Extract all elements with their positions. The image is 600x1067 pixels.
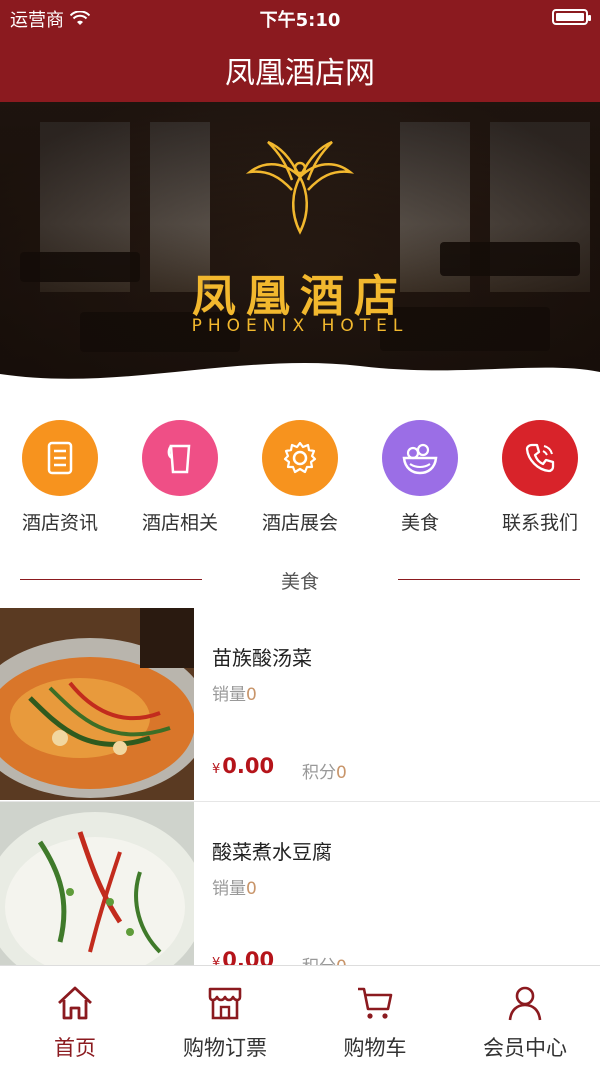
status-time: 下午5:10 [259, 10, 341, 31]
brand-name-cn: 凤凰酒店 [192, 271, 408, 322]
category-food[interactable]: 美食 [360, 420, 480, 540]
home-icon [0, 982, 150, 1024]
user-icon [450, 982, 600, 1024]
shop-icon [150, 982, 300, 1024]
currency-symbol: ¥ [212, 762, 221, 777]
product-list: 苗族酸汤菜 销量0 ¥0.00 积分0 酸菜煮水豆腐 销量0 ¥0.00 积分0 [0, 608, 600, 996]
product-sales: 销量0 [212, 680, 257, 705]
category-label: 酒店展会 [261, 512, 338, 534]
tab-label: 购物车 [343, 1036, 407, 1060]
product-image [0, 608, 194, 800]
category-grid: 酒店资讯 酒店相关 酒店展会 美食 联系我们 [0, 420, 600, 540]
category-label: 联系我们 [501, 512, 578, 534]
product-name: 苗族酸汤菜 [212, 646, 312, 670]
sales-label: 销量 [212, 879, 246, 899]
divider [398, 579, 580, 580]
battery-icon [552, 9, 591, 25]
category-label: 美食 [400, 512, 439, 534]
bottom-tab-bar: 首页 购物订票 购物车 会员中心 [0, 965, 600, 1067]
product-name: 酸菜煮水豆腐 [212, 840, 332, 864]
page-title: 凤凰酒店网 [225, 56, 375, 91]
category-label: 酒店资讯 [21, 512, 98, 534]
sales-value: 0 [246, 879, 257, 899]
brand-name-en: PHOENIX HOTEL [191, 316, 409, 336]
category-hotel-news[interactable]: 酒店资讯 [0, 420, 120, 540]
sales-label: 销量 [212, 685, 246, 705]
hero-banner[interactable]: 凤凰酒店 PHOENIX HOTEL [0, 102, 600, 392]
price-value: 0.00 [222, 754, 275, 778]
salad-bowl-icon [382, 420, 458, 496]
tab-cart[interactable]: 购物车 [300, 966, 450, 1067]
tab-label: 首页 [54, 1036, 96, 1060]
sales-value: 0 [246, 685, 257, 705]
category-label: 酒店相关 [141, 512, 218, 534]
tab-shop-tickets[interactable]: 购物订票 [150, 966, 300, 1067]
tab-home[interactable]: 首页 [0, 966, 150, 1067]
section-title: 美食 [280, 571, 319, 593]
category-hotel-expo[interactable]: 酒店展会 [240, 420, 360, 540]
product-sales: 销量0 [212, 874, 257, 899]
tab-label: 会员中心 [483, 1036, 567, 1060]
product-price: ¥0.00 [212, 754, 274, 778]
points-value: 0 [336, 763, 347, 783]
product-points: 积分0 [302, 758, 347, 783]
cart-icon [300, 982, 450, 1024]
status-bar: 运营商 下午5:10 [0, 0, 600, 34]
top-bar: 运营商 下午5:10 凤凰酒店网 [0, 0, 600, 102]
section-header: 美食 [0, 565, 600, 595]
document-list-icon [22, 420, 98, 496]
phoenix-logo-icon [245, 140, 355, 235]
cup-icon [142, 420, 218, 496]
product-item[interactable]: 苗族酸汤菜 销量0 ¥0.00 积分0 [0, 608, 600, 802]
category-contact-us[interactable]: 联系我们 [480, 420, 600, 540]
tab-label: 购物订票 [183, 1036, 267, 1060]
points-label: 积分 [302, 763, 336, 783]
tab-member-center[interactable]: 会员中心 [450, 966, 600, 1067]
category-hotel-related[interactable]: 酒店相关 [120, 420, 240, 540]
gear-icon [262, 420, 338, 496]
banner-wave [0, 362, 600, 392]
phone-icon [502, 420, 578, 496]
